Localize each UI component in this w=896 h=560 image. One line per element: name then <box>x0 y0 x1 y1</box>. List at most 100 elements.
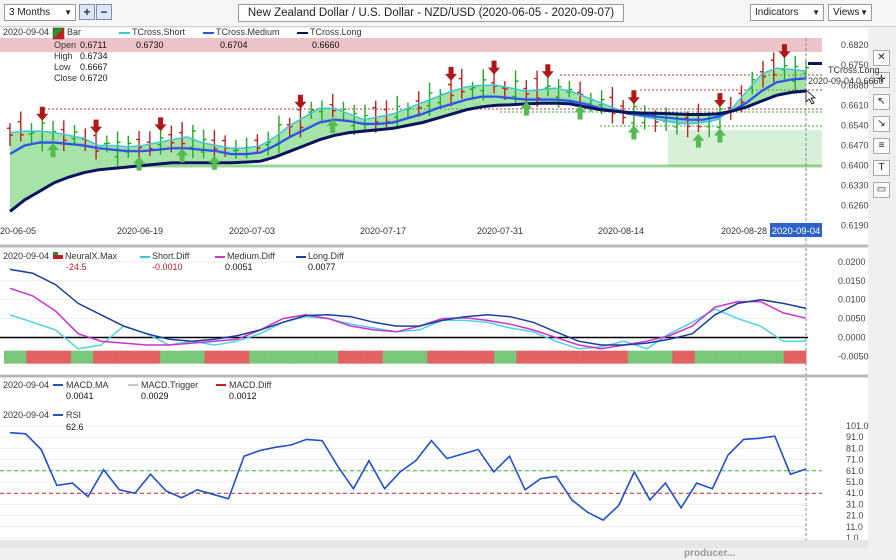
bar-legend-label: Bar <box>67 27 81 37</box>
rsi-y-tick: 51.0 <box>846 477 864 487</box>
price-y-tick: 0.6470 <box>841 140 869 150</box>
short-diff-legend-swatch <box>140 256 150 258</box>
rsi-y-tick: 31.0 <box>846 499 864 509</box>
tooltip-value: 0.6660 <box>856 76 884 86</box>
tcross-short-legend-swatch <box>119 32 130 34</box>
macd-diff-legend-value: 0.0012 <box>229 391 257 401</box>
price-y-tick: 0.6400 <box>841 161 869 171</box>
neuralx-bar <box>4 350 27 364</box>
neuralx-legend-value: -24.5 <box>66 262 87 272</box>
macd-trigger-legend-label: MACD.Trigger <box>141 380 198 390</box>
neuralx-bar <box>560 350 584 364</box>
price-y-tick: 0.6190 <box>841 221 869 231</box>
neuralx-bar <box>449 350 473 364</box>
rsi-y-tick: 41.0 <box>846 488 864 498</box>
medium-diff-legend-value: 0.0051 <box>225 262 253 272</box>
neuralx-bar <box>694 350 718 364</box>
rsi-legend-swatch <box>53 414 63 416</box>
rsi-legend-date: 2020-09-04 <box>3 410 49 420</box>
horizontal-scrollbar[interactable] <box>0 540 868 548</box>
short-diff-legend-value: -0.0010 <box>152 262 183 272</box>
neuralx-bar <box>159 350 183 364</box>
price-x-tick: 2020-07-17 <box>360 226 406 236</box>
tcross-short-legend-label: TCross.Short <box>132 27 186 37</box>
diff-y-tick: -0.0050 <box>838 351 869 361</box>
tooltip-date: 2020-09-04 <box>808 76 854 86</box>
high-value: 0.6734 <box>80 51 108 61</box>
neuralx-bar <box>494 350 517 364</box>
macd-ma-legend-label: MACD.MA <box>66 380 109 390</box>
price-y-tick: 0.6610 <box>841 100 869 110</box>
price-x-tick: 2020-07-03 <box>229 226 275 236</box>
neuralx-bar <box>360 350 384 364</box>
neuralx-legend-label: NeuralX.Max <box>65 251 118 261</box>
neuralx-bar <box>583 350 606 364</box>
diff-y-tick: 0.0000 <box>838 332 866 342</box>
high-label: High <box>54 51 73 61</box>
neuralx-legend-swatch-pos <box>53 252 58 255</box>
neuralx-bar <box>739 350 762 364</box>
neuralx-bar <box>672 350 696 364</box>
tooltip-label: TCross.Long <box>828 65 880 75</box>
neuralx-bar <box>182 350 205 364</box>
tcross-short-legend-value: 0.6730 <box>136 40 164 50</box>
price-x-tick: 2020-08-28 <box>721 226 767 236</box>
diff-y-tick: 0.0200 <box>838 257 866 267</box>
neuralx-bar <box>382 350 406 364</box>
low-label: Low <box>54 62 71 72</box>
rsi-y-tick: 71.0 <box>846 455 864 465</box>
tcross-long-legend-swatch <box>808 62 822 65</box>
tcross-long-legend-value: 0.6660 <box>312 40 340 50</box>
neuralx-bar <box>26 350 49 364</box>
price-y-tick: 0.6540 <box>841 120 869 130</box>
tcross-long-legend-swatch <box>297 32 308 34</box>
low-value: 0.6667 <box>80 62 108 72</box>
tcross-medium-legend-label: TCross.Medium <box>216 27 280 37</box>
macd-trigger-legend-swatch <box>128 384 138 386</box>
price-y-tick: 0.6260 <box>841 201 869 211</box>
price-x-tick: 20-06-05 <box>0 226 36 236</box>
neuralx-bar <box>48 350 72 364</box>
rsi-y-tick: 101.0 <box>846 421 869 431</box>
neuralx-bar <box>471 350 495 364</box>
open-value: 0.6711 <box>80 40 107 50</box>
neuralx-bar <box>70 350 94 364</box>
medium-diff-legend-label: Medium.Diff <box>227 251 275 261</box>
rsi-y-tick: 61.0 <box>846 466 864 476</box>
macd-trigger-legend-value: 0.0029 <box>141 391 169 401</box>
rsi-legend-label: RSI <box>66 410 81 420</box>
price-x-tick: 2020-08-14 <box>598 226 644 236</box>
neuralx-bar <box>605 350 629 364</box>
neuralx-bar <box>516 350 540 364</box>
short-diff-legend-label: Short.Diff <box>152 251 190 261</box>
price-x-tick: 2020-06-19 <box>117 226 163 236</box>
price-x-tick: 2020-07-31 <box>477 226 523 236</box>
macd-diff-legend-label: MACD.Diff <box>229 380 272 390</box>
rsi-y-tick: 91.0 <box>846 432 864 442</box>
brand-watermark: producer... <box>684 548 736 559</box>
rsi-y-tick: 11.0 <box>846 522 863 532</box>
long-diff-legend-value: 0.0077 <box>308 262 336 272</box>
support-zone <box>668 130 822 166</box>
diff-y-tick: 0.0050 <box>838 314 866 324</box>
rsi-y-tick: 21.0 <box>846 511 864 521</box>
resistance-zone <box>0 38 822 52</box>
neuralx-legend-swatch <box>53 255 63 259</box>
macd-ma-legend-swatch <box>53 384 63 386</box>
neuralx-bar <box>93 350 116 364</box>
neuralx-bar <box>783 350 807 364</box>
long-diff-legend-label: Long.Diff <box>308 251 344 261</box>
macd-ma-legend-value: 0.0041 <box>66 391 94 401</box>
price-legend-date: 2020-09-04 <box>3 27 49 37</box>
medium-diff-legend-swatch <box>215 256 225 258</box>
neuralx-bar <box>271 350 295 364</box>
neuralx-bar <box>538 350 562 364</box>
open-label: Open <box>54 40 76 50</box>
long-diff-legend-swatch <box>296 256 306 258</box>
macd-diff-legend-swatch <box>216 384 226 386</box>
neuralx-bar <box>204 350 228 364</box>
chart-canvas: 0.68200.67500.66800.66100.65400.64700.64… <box>0 27 884 548</box>
tcross-medium-legend-value: 0.6704 <box>220 40 248 50</box>
neuralx-bars <box>4 350 807 364</box>
neuralx-bar <box>405 350 428 364</box>
